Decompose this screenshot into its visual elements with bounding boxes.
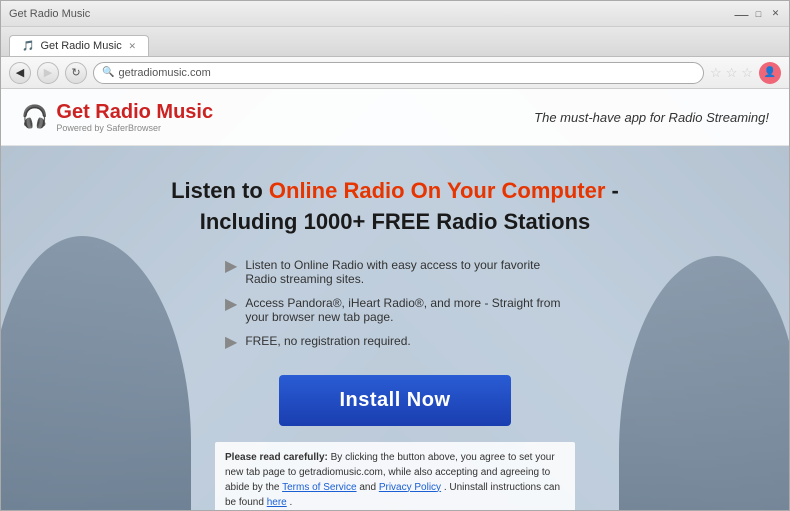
title-bar: Get Radio Music — □ ✕ bbox=[1, 1, 789, 27]
address-text: getradiomusic.com bbox=[118, 67, 210, 79]
bullet-icon-3: ▶ bbox=[225, 335, 237, 351]
tab-favicon-icon: 🎵 bbox=[22, 41, 34, 52]
maximize-button[interactable]: □ bbox=[753, 8, 764, 19]
tab-bar: 🎵 Get Radio Music ✕ bbox=[1, 27, 789, 57]
privacy-policy-link[interactable]: Privacy Policy bbox=[379, 482, 441, 493]
logo-text: Get Radio Music Powered by SaferBrowser bbox=[56, 101, 213, 133]
close-button[interactable]: ✕ bbox=[770, 8, 781, 19]
feature-item-2: ▶ Access Pandora®, iHeart Radio®, and mo… bbox=[225, 296, 565, 324]
window-controls: — □ ✕ bbox=[736, 8, 781, 19]
bullet-icon-1: ▶ bbox=[225, 259, 237, 275]
logo: 🎧 Get Radio Music Powered by SaferBrowse… bbox=[21, 101, 213, 133]
heading-start: Listen to bbox=[171, 178, 269, 203]
minimize-button[interactable]: — bbox=[736, 8, 747, 19]
disclaimer-mid: and bbox=[359, 482, 378, 493]
terms-of-service-link[interactable]: Terms of Service bbox=[282, 482, 356, 493]
here-link[interactable]: here bbox=[267, 497, 287, 508]
logo-icon: 🎧 bbox=[21, 104, 48, 130]
feature-text-1: Listen to Online Radio with easy access … bbox=[245, 258, 565, 286]
disclaimer-dot: . bbox=[290, 497, 293, 508]
disclaimer-text: Please read carefully: By clicking the b… bbox=[215, 442, 575, 510]
feature-text-2: Access Pandora®, iHeart Radio®, and more… bbox=[245, 296, 565, 324]
page-content: 🎧 Get Radio Music Powered by SaferBrowse… bbox=[1, 89, 789, 510]
hero-content: Listen to Online Radio On Your Computer … bbox=[1, 146, 789, 510]
bullet-icon-2: ▶ bbox=[225, 297, 237, 313]
star-icon-3[interactable]: ☆ bbox=[741, 65, 753, 81]
nav-bar: ◀ ▶ ↻ 🔍 getradiomusic.com ☆ ☆ ☆ 👤 bbox=[1, 57, 789, 89]
logo-title: Get Radio Music bbox=[56, 101, 213, 123]
feature-item-3: ▶ FREE, no registration required. bbox=[225, 334, 565, 351]
main-heading: Listen to Online Radio On Your Computer … bbox=[121, 176, 669, 238]
install-now-button[interactable]: Install Now bbox=[279, 375, 510, 426]
star-icon-1[interactable]: ☆ bbox=[710, 65, 722, 81]
back-button[interactable]: ◀ bbox=[9, 62, 31, 84]
address-bar[interactable]: 🔍 getradiomusic.com bbox=[93, 62, 704, 84]
active-tab[interactable]: 🎵 Get Radio Music ✕ bbox=[9, 35, 149, 56]
title-bar-left: Get Radio Music bbox=[9, 8, 90, 20]
feature-item-1: ▶ Listen to Online Radio with easy acces… bbox=[225, 258, 565, 286]
user-avatar[interactable]: 👤 bbox=[759, 62, 781, 84]
disclaimer-strong: Please read carefully: bbox=[225, 452, 328, 463]
logo-subtitle: Powered by SaferBrowser bbox=[56, 123, 213, 133]
hero-section: 🎧 Get Radio Music Powered by SaferBrowse… bbox=[1, 89, 789, 510]
browser-window: Get Radio Music — □ ✕ 🎵 Get Radio Music … bbox=[0, 0, 790, 511]
forward-button[interactable]: ▶ bbox=[37, 62, 59, 84]
title-bar-title: Get Radio Music bbox=[9, 8, 90, 20]
heading-highlight: Online Radio On Your Computer bbox=[269, 178, 606, 203]
header-tagline: The must-have app for Radio Streaming! bbox=[534, 110, 769, 125]
star-icons: ☆ ☆ ☆ bbox=[710, 65, 753, 81]
features-list: ▶ Listen to Online Radio with easy acces… bbox=[225, 258, 565, 351]
star-icon-2[interactable]: ☆ bbox=[726, 65, 738, 81]
refresh-button[interactable]: ↻ bbox=[65, 62, 87, 84]
address-search-icon: 🔍 bbox=[102, 67, 114, 78]
tab-close-icon[interactable]: ✕ bbox=[128, 41, 136, 52]
tab-label: Get Radio Music bbox=[40, 40, 121, 52]
feature-text-3: FREE, no registration required. bbox=[245, 334, 410, 348]
site-header: 🎧 Get Radio Music Powered by SaferBrowse… bbox=[1, 89, 789, 146]
